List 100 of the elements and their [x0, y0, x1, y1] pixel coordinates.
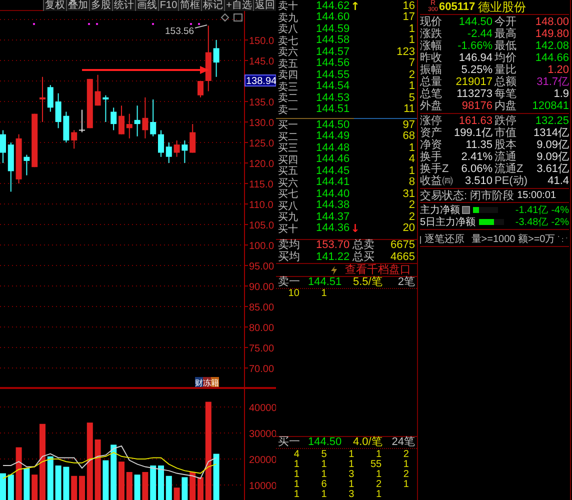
volume-text: 20	[402, 223, 415, 236]
queue-label: 买一	[278, 436, 301, 448]
stat-value: 144.50	[458, 16, 492, 28]
scroll-arrow[interactable]: ↑	[350, 2, 360, 12]
tick-mark	[244, 162, 248, 164]
price-text: 144.46	[316, 154, 350, 166]
toolbar-button[interactable]: 画线	[134, 0, 158, 11]
diamond-icon[interactable]	[220, 13, 230, 22]
flow-value: -3.48亿	[515, 216, 548, 230]
volume-text: 5	[408, 92, 415, 104]
flow-label: 5日主力净额	[420, 216, 476, 230]
stat-label: 市值	[494, 126, 516, 139]
stat-label: 最低	[494, 40, 516, 52]
volume-text: 68	[402, 131, 415, 143]
stat-value: 1.20	[548, 64, 569, 76]
tick-restore-label[interactable]: 逐笔还原	[424, 232, 464, 248]
volume-bar	[198, 477, 204, 500]
toolbar-button[interactable]: F10	[158, 0, 178, 11]
candlestick	[110, 107, 117, 131]
toolbar-button[interactable]: 叠加	[66, 0, 89, 11]
volume-bar	[32, 474, 38, 500]
level-label: 买三	[278, 143, 299, 154]
tick-mark	[244, 347, 248, 348]
order-size: 1	[292, 470, 300, 480]
volume-bar	[8, 474, 14, 500]
stat-value: 1314亿	[534, 126, 569, 139]
axis-label: 125.0	[249, 138, 274, 150]
toolbar-button[interactable]: 返回	[253, 0, 276, 11]
volume-text: 97	[402, 120, 415, 131]
price-text: 144.54	[316, 81, 350, 93]
order-size: 2	[402, 450, 410, 460]
order-size: 1	[402, 480, 410, 490]
toolbar-button[interactable]: +自选	[224, 0, 253, 11]
volume-bar	[55, 466, 62, 500]
stat-label: 今开	[494, 16, 516, 28]
order-size: 1	[402, 460, 410, 470]
stat-label: 每笔	[494, 88, 516, 100]
toolbar-button[interactable]: 复权	[42, 0, 66, 11]
tick-mark	[244, 39, 248, 40]
stat-value: 113273	[456, 88, 492, 100]
stat-label: 总量	[420, 76, 442, 88]
order-size: 3	[348, 490, 356, 500]
order-size: 3	[348, 470, 356, 480]
stock-code: 605117	[439, 1, 476, 14]
total-label: 总卖	[352, 240, 375, 251]
stat-value: 98176	[462, 100, 492, 112]
candlestick	[47, 84, 54, 112]
axis-label: 95.00	[249, 262, 274, 272]
candlestick	[126, 113, 132, 139]
axis-label: 105.0	[249, 220, 274, 232]
stat-value: 1.9	[554, 88, 569, 100]
stat-label: 跌停	[494, 114, 516, 127]
scroll-arrow[interactable]: ↓	[350, 224, 360, 234]
candlestick	[205, 25, 212, 92]
depth-link[interactable]: 查看千档盘口	[345, 264, 411, 276]
level-label: 买十	[278, 224, 299, 235]
level-label: 卖二	[278, 93, 299, 104]
stat-value: 161.63	[458, 114, 492, 127]
queue-label: 卖一	[278, 276, 301, 288]
stat-value: 219017	[456, 76, 492, 88]
stat-value: 142.08	[535, 40, 569, 52]
flow-percent: -4%	[551, 204, 569, 218]
level-label: 卖一	[278, 104, 299, 116]
volume-text: 7	[408, 58, 415, 70]
candlestick	[40, 76, 46, 122]
order-size: 1	[375, 470, 383, 480]
order-size: 1	[348, 480, 356, 490]
stat-value: 11.35	[466, 138, 492, 152]
level-label: 买七	[278, 189, 299, 200]
info-icon[interactable]	[462, 206, 470, 214]
volume-text: 2	[408, 200, 415, 212]
count-text: 2笔	[398, 276, 415, 288]
candlestick	[166, 142, 172, 164]
tick-mark	[244, 142, 248, 143]
volume-bar	[158, 466, 164, 500]
level-label: 卖七	[278, 36, 299, 47]
event-badge[interactable]: 财	[195, 377, 203, 388]
event-badge[interactable]: 冻	[203, 377, 211, 388]
order-size: 2	[402, 470, 410, 480]
stat-value: 5.25%	[461, 64, 492, 76]
candlestick	[63, 111, 70, 143]
stat-value: 9.09亿	[536, 138, 569, 152]
level-label: 卖十	[278, 1, 299, 12]
order-size: 4	[292, 450, 300, 460]
toolbar-button[interactable]: 标记	[201, 0, 224, 11]
volume-bar	[110, 444, 117, 500]
flow-label: 主力净额	[420, 204, 460, 216]
toolbar-button[interactable]: 简框	[178, 0, 202, 11]
stat-label: 换手Z	[420, 163, 449, 176]
order-size: 1	[375, 490, 383, 500]
window-icon[interactable]	[234, 14, 242, 22]
stat-value: 9.09亿	[536, 151, 569, 164]
volume-bar	[134, 474, 140, 500]
toolbar-button[interactable]: 多股	[88, 0, 112, 11]
stat-label: PE(动)	[494, 175, 528, 188]
volume-text: 1	[408, 81, 415, 93]
price-text: 144.51	[308, 276, 343, 288]
event-badge[interactable]: 籍	[211, 377, 219, 388]
stat-label: 昨收	[420, 52, 442, 64]
order-size: 1	[292, 490, 300, 500]
